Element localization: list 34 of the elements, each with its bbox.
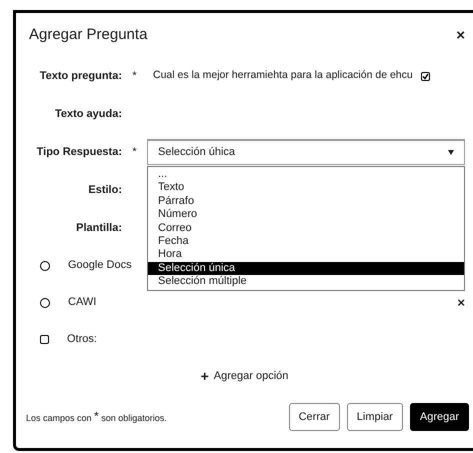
dropdown-option[interactable]: Correo bbox=[148, 222, 464, 236]
dialog-button[interactable]: Agregar bbox=[410, 403, 469, 431]
option-label: Otros: bbox=[67, 332, 97, 348]
required-mark: * bbox=[131, 144, 138, 160]
option-label: Google Docs bbox=[68, 258, 132, 274]
field-label: Estilo: bbox=[87, 182, 122, 198]
field-label: Plantilla: bbox=[75, 220, 122, 236]
dialog-button[interactable]: Cerrar bbox=[288, 403, 340, 431]
dropdown-option[interactable]: Párrafo bbox=[148, 194, 464, 208]
dropdown-option[interactable]: Selección múltiple bbox=[148, 275, 464, 289]
required-note: Los campos con * son obligatorios. bbox=[26, 409, 167, 425]
question-text: Cual es la mejor herramiehta para la aplicación de ehcu bbox=[153, 68, 413, 84]
dropdown-option[interactable]: Fecha bbox=[148, 235, 464, 248]
dropdown-option[interactable]: Texto bbox=[148, 181, 464, 195]
field-label: Tipo Respuesta: bbox=[36, 144, 122, 160]
close-button[interactable]: × bbox=[454, 28, 467, 42]
radio-button[interactable] bbox=[40, 260, 50, 270]
checkbox[interactable] bbox=[40, 335, 49, 344]
dropdown-option[interactable]: Número bbox=[148, 208, 464, 222]
plus-icon: + bbox=[200, 369, 209, 383]
dropdown-option[interactable]: Selección única bbox=[148, 262, 464, 276]
remove-button[interactable]: × bbox=[457, 296, 465, 309]
caret-icon bbox=[448, 150, 454, 155]
add-option-button[interactable]: + Agregar opción bbox=[200, 368, 288, 384]
radio-button[interactable] bbox=[40, 298, 50, 308]
field-label: Texto ayuda: bbox=[54, 106, 122, 122]
checkbox[interactable] bbox=[420, 72, 430, 80]
dialog-button[interactable]: Limpiar bbox=[346, 403, 403, 431]
field-label: Texto pregunta: bbox=[38, 68, 122, 84]
dropdown-option[interactable]: ... bbox=[148, 168, 464, 182]
dialog-title: Agregar Pregunta bbox=[29, 24, 148, 45]
dropdown-option[interactable]: Hora bbox=[148, 248, 464, 262]
required-mark: * bbox=[131, 68, 138, 84]
option-label: CAWI bbox=[68, 295, 96, 310]
